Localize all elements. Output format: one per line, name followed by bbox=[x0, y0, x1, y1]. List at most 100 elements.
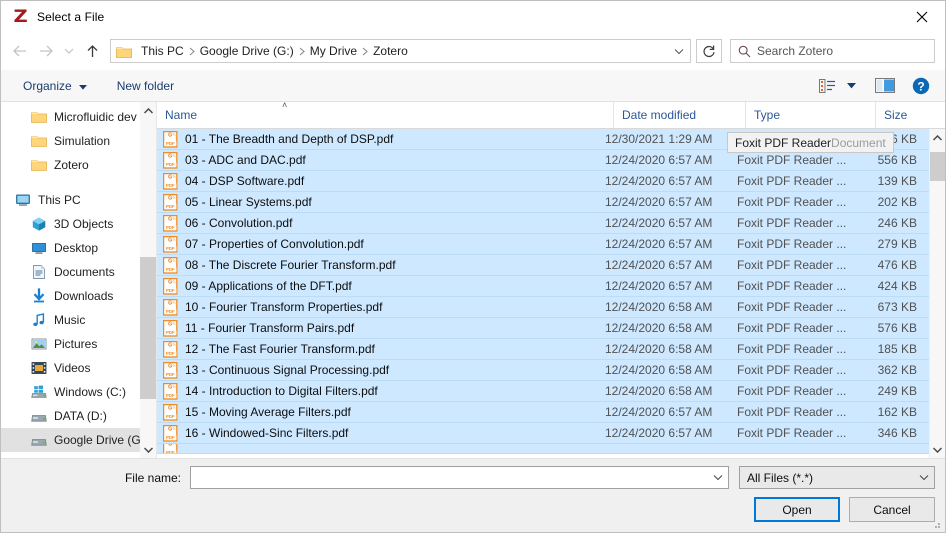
help-icon[interactable]: ? bbox=[907, 73, 935, 99]
filename-history-chevron-icon[interactable] bbox=[708, 467, 728, 488]
file-date-cell: 12/24/2020 6:57 AM bbox=[605, 153, 713, 167]
sidebar-scrollbar[interactable] bbox=[140, 102, 156, 458]
back-arrow-icon[interactable] bbox=[7, 38, 33, 64]
refresh-icon[interactable] bbox=[696, 39, 722, 63]
table-row[interactable]: G PDF 14 - Introduction to Digital Filters… bbox=[157, 381, 929, 402]
table-row[interactable]: G PDF 07 - Properties of Convolution.pdf 12… bbox=[157, 234, 929, 255]
table-row[interactable]: G PDF 06 - Convolution.pdf 12/24/2020 6:57 … bbox=[157, 213, 929, 234]
file-type-cell: Foxit PDF Reader ... bbox=[737, 321, 847, 335]
file-name-cell: G PDF 15 - Moving Average Filters.pdf bbox=[157, 403, 597, 421]
sidebar-item-downloads[interactable]: Downloads bbox=[1, 284, 140, 308]
sidebar-item-simulation[interactable]: Simulation bbox=[1, 129, 140, 153]
sidebar-item-3d-objects[interactable]: 3D Objects bbox=[1, 212, 140, 236]
table-row[interactable]: G PDF 11 - Fourier Transform Pairs.pdf 12/2… bbox=[157, 318, 929, 339]
sidebar-item-zotero[interactable]: Zotero bbox=[1, 153, 140, 177]
sidebar-scroll-thumb[interactable] bbox=[140, 257, 156, 400]
breadcrumb-separator-0[interactable] bbox=[188, 47, 196, 56]
cancel-button[interactable]: Cancel bbox=[849, 497, 935, 522]
organize-label: Organize bbox=[23, 78, 72, 93]
sidebar-item-microfluidic-dev[interactable]: Microfluidic dev bbox=[1, 105, 140, 129]
column-header-size[interactable]: Size bbox=[875, 102, 945, 128]
sidebar-scroll-track[interactable] bbox=[140, 119, 156, 441]
sidebar-scroll-up-icon[interactable] bbox=[140, 102, 156, 119]
sidebar-item-google-drive-g[interactable]: Google Drive (G: bbox=[1, 428, 140, 452]
table-row[interactable]: G PDF 16 - Windowed-Sinc Filters.pdf 12/24/… bbox=[157, 423, 929, 444]
pictures-icon bbox=[31, 336, 47, 352]
table-row[interactable]: G PDF 04 - DSP Software.pdf 12/24/2020 6:57… bbox=[157, 171, 929, 192]
svg-text:G: G bbox=[168, 153, 172, 159]
svg-text:G: G bbox=[168, 132, 172, 138]
sidebar-item-label: This PC bbox=[38, 193, 81, 207]
address-bar[interactable]: This PC Google Drive (G:) My Drive Zoter… bbox=[110, 39, 691, 63]
pdf-file-icon: G PDF bbox=[162, 298, 178, 316]
column-header-date-modified[interactable]: Date modified bbox=[613, 102, 745, 128]
table-row[interactable]: G PDF 13 - Continuous Signal Processing.pd… bbox=[157, 360, 929, 381]
sidebar-item-music[interactable]: Music bbox=[1, 308, 140, 332]
recent-locations-chevron-icon[interactable] bbox=[59, 38, 79, 64]
tooltip-text-primary: Foxit PDF Reader bbox=[735, 135, 832, 150]
preview-pane-icon[interactable] bbox=[871, 73, 899, 99]
svg-text:?: ? bbox=[917, 79, 924, 93]
tooltip-text-secondary: Document bbox=[831, 135, 886, 150]
file-list-scrollbar[interactable] bbox=[929, 129, 945, 458]
table-row[interactable]: G PDF 09 - Applications of the DFT.pdf 12/2… bbox=[157, 276, 929, 297]
table-row[interactable]: G PDF 10 - Fourier Transform Properties.pd… bbox=[157, 297, 929, 318]
organize-button[interactable]: Organize bbox=[15, 74, 95, 98]
file-size-cell: 673 KB bbox=[877, 300, 917, 314]
up-arrow-icon[interactable] bbox=[79, 38, 105, 64]
list-scroll-up-icon[interactable] bbox=[930, 129, 945, 146]
open-button[interactable]: Open bbox=[754, 497, 840, 522]
sidebar-item-desktop[interactable]: Desktop bbox=[1, 236, 140, 260]
svg-text:G: G bbox=[168, 258, 172, 264]
sidebar-item-label: Music bbox=[54, 313, 86, 327]
svg-text:G: G bbox=[168, 384, 172, 390]
sidebar-item-pictures[interactable]: Pictures bbox=[1, 332, 140, 356]
sidebar-item-videos[interactable]: Videos bbox=[1, 356, 140, 380]
svg-text:PDF: PDF bbox=[166, 288, 175, 293]
breadcrumb-item-2[interactable]: My Drive bbox=[306, 40, 361, 62]
sidebar-item-label: Microfluidic dev bbox=[54, 110, 137, 124]
table-row[interactable]: G PDF 15 - Moving Average Filters.pdf 12/24… bbox=[157, 402, 929, 423]
close-icon[interactable] bbox=[899, 1, 945, 32]
3d-objects-icon bbox=[31, 216, 47, 232]
table-row[interactable]: G PDF 12 - The Fast Fourier Transform.pdf 1… bbox=[157, 339, 929, 360]
new-folder-button[interactable]: New folder bbox=[109, 74, 182, 98]
breadcrumb-separator-2[interactable] bbox=[361, 47, 369, 56]
file-type-filter-dropdown[interactable]: All Files (*.*) bbox=[739, 466, 935, 489]
sidebar-item-documents[interactable]: Documents bbox=[1, 260, 140, 284]
chevron-down-icon[interactable] bbox=[914, 467, 934, 488]
svg-text:PDF: PDF bbox=[166, 141, 175, 146]
file-name-label: 06 - Convolution.pdf bbox=[185, 216, 293, 230]
table-row[interactable]: G PDF 05 - Linear Systems.pdf 12/24/2020 6:… bbox=[157, 192, 929, 213]
breadcrumb-item-1[interactable]: Google Drive (G:) bbox=[196, 40, 298, 62]
search-input[interactable]: Search Zotero bbox=[730, 39, 935, 63]
sidebar-item-data-d[interactable]: DATA (D:) bbox=[1, 404, 140, 428]
view-options-chevron-icon[interactable] bbox=[841, 82, 861, 89]
pdf-file-icon: G PDF bbox=[162, 424, 178, 442]
breadcrumb-item-3[interactable]: Zotero bbox=[369, 40, 412, 62]
column-header-row: Name ˄ Date modified Type Size bbox=[157, 101, 945, 129]
sidebar-item-label: Desktop bbox=[54, 241, 99, 255]
sidebar-item-windows-c[interactable]: Windows (C:) bbox=[1, 380, 140, 404]
chevron-down-icon[interactable] bbox=[668, 40, 690, 62]
column-header-type[interactable]: Type bbox=[745, 102, 875, 128]
table-row[interactable]: G PDF 03 - ADC and DAC.pdf 12/24/2020 6:57 … bbox=[157, 150, 929, 171]
filename-textbox[interactable] bbox=[191, 470, 708, 485]
view-list-icon[interactable] bbox=[813, 73, 841, 99]
list-scroll-down-icon[interactable] bbox=[930, 441, 945, 458]
column-header-name[interactable]: Name ˄ bbox=[157, 101, 613, 128]
breadcrumb-separator-1[interactable] bbox=[298, 47, 306, 56]
list-scroll-thumb[interactable] bbox=[930, 151, 945, 182]
filename-input[interactable] bbox=[190, 466, 729, 489]
forward-arrow-icon[interactable] bbox=[33, 38, 59, 64]
chevron-down-icon bbox=[78, 79, 87, 93]
breadcrumb-item-0[interactable]: This PC bbox=[137, 40, 188, 62]
sidebar-scroll-down-icon[interactable] bbox=[140, 441, 156, 458]
resize-grip[interactable] bbox=[930, 518, 942, 530]
file-date-cell: 12/24/2020 6:57 AM bbox=[605, 258, 713, 272]
list-scroll-track[interactable] bbox=[930, 146, 945, 441]
pdf-file-icon: G PDF bbox=[162, 277, 178, 295]
table-row-partial[interactable]: G PDF bbox=[157, 444, 929, 454]
sidebar-item-this-pc[interactable]: This PC bbox=[1, 188, 140, 212]
table-row[interactable]: G PDF 08 - The Discrete Fourier Transform.… bbox=[157, 255, 929, 276]
